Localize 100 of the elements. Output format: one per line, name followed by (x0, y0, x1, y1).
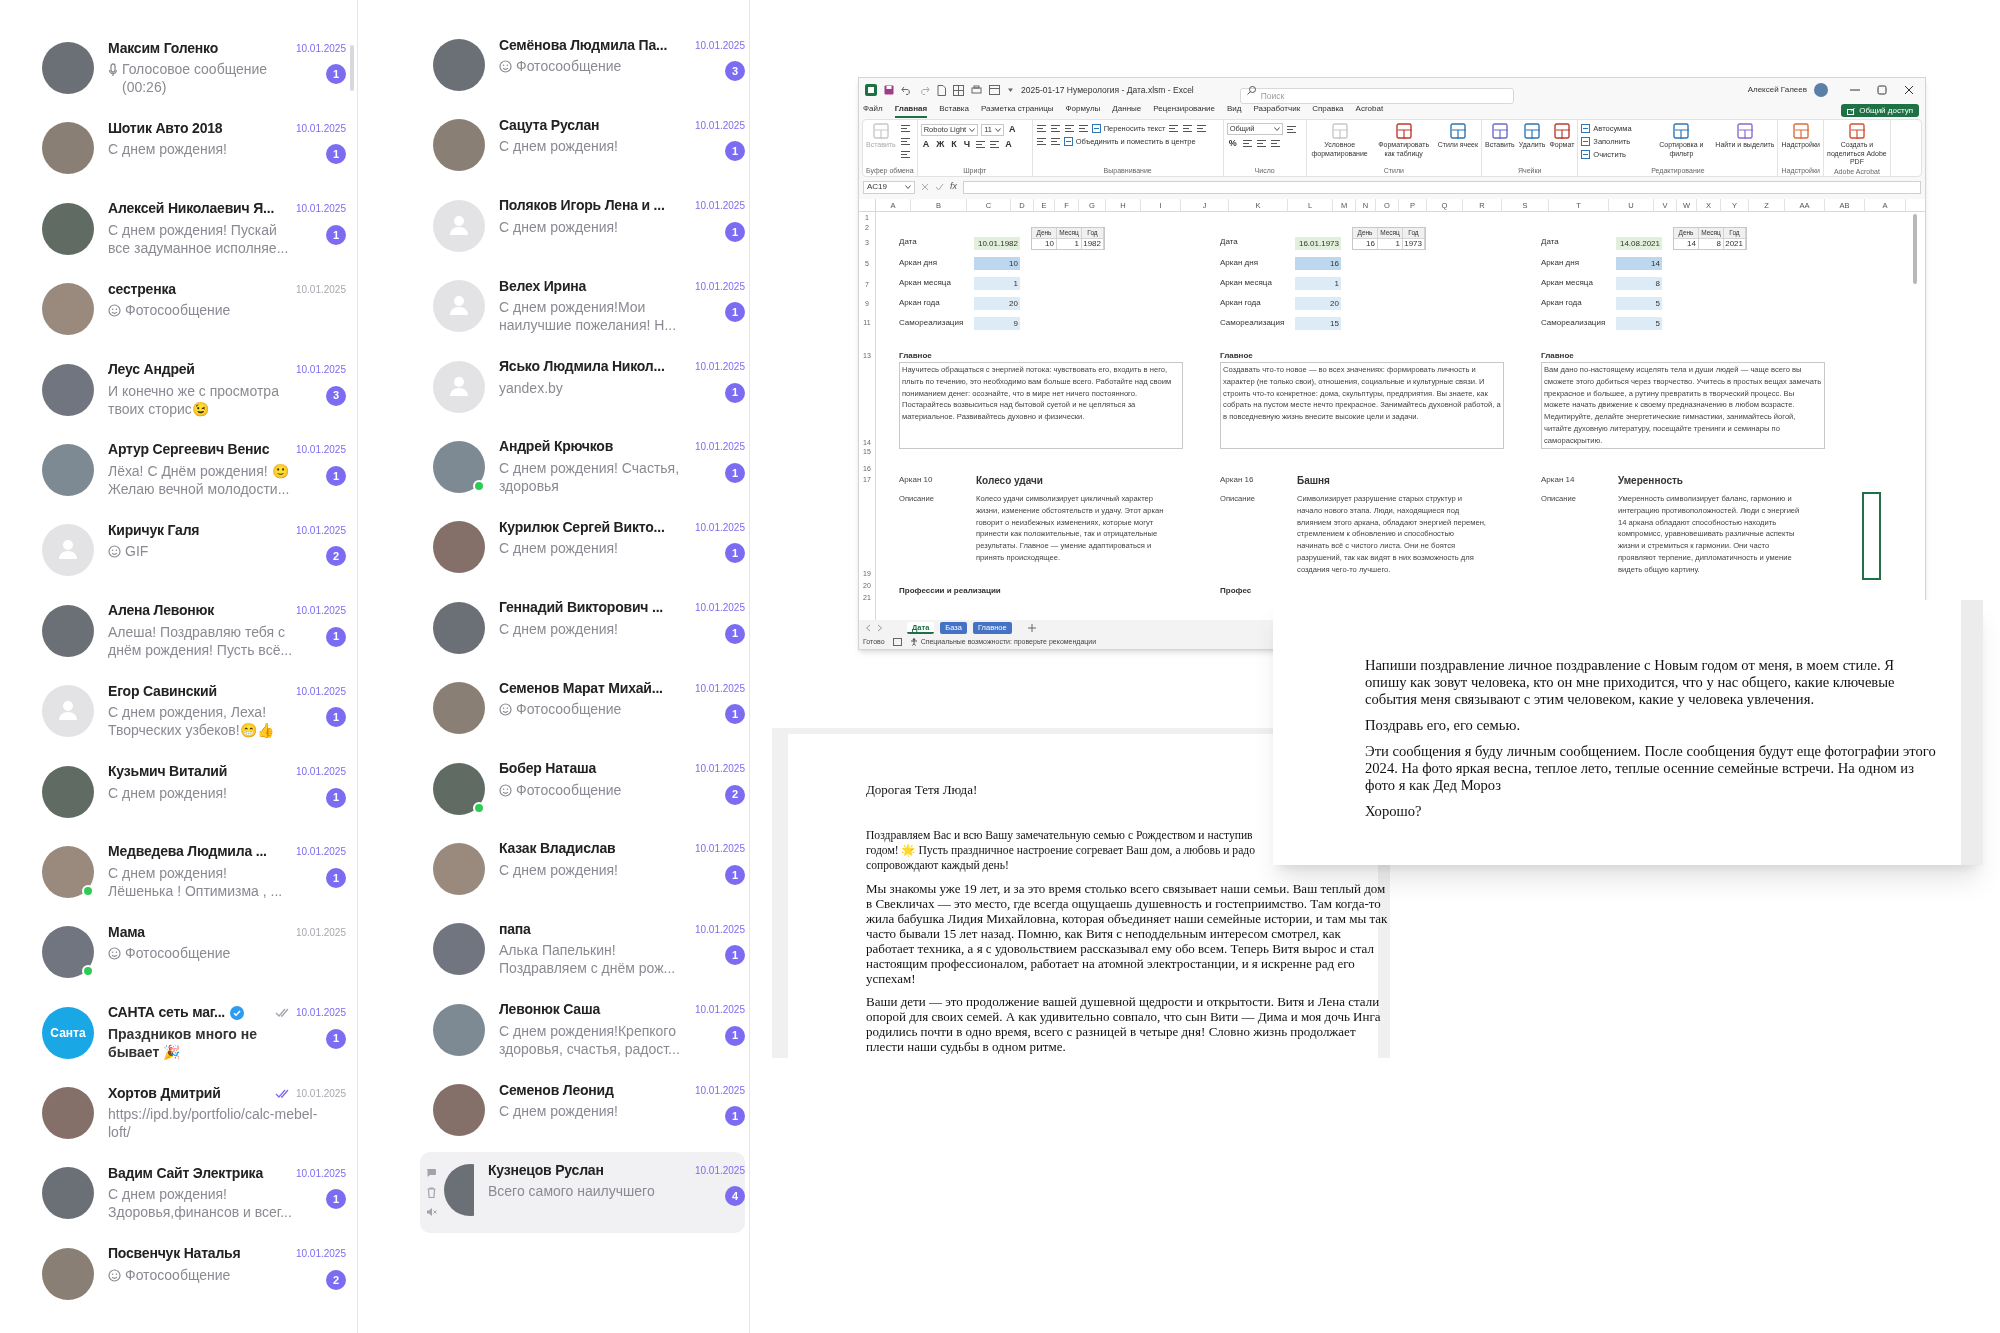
ribbon-icon (872, 123, 889, 139)
chat-item[interactable]: Геннадий Викторович ... 10.01.2025 С днем рождения! 1 (420, 589, 745, 671)
ribbon-icon[interactable] (1241, 138, 1253, 149)
contact-name: Велех Ирина (499, 276, 587, 296)
chat-item[interactable]: Медведева Людмила ... 10.01.2025 С днем рождения! Лёшенька ! Оптимизма , ... 1 (42, 833, 346, 915)
user-name: Алексей Галеев (1747, 84, 1807, 96)
share-button[interactable]: Общий доступ (1841, 104, 1919, 117)
save-icon[interactable] (884, 85, 894, 95)
value-cell: 15 (1295, 316, 1341, 330)
chat-item[interactable]: Вадим Сайт Электрика 10.01.2025 С днем рождения! Здоровья,финансов и всег... 1 (42, 1155, 346, 1236)
contact-name: Максим Голенко (108, 38, 219, 58)
message-preview: yandex.by (499, 378, 563, 397)
chat-item[interactable]: Алена Левонюк 10.01.2025 Алеша! Поздравляю тебя с днём рождения! Пусть всё... 1 (42, 592, 346, 674)
format-button[interactable]: Ч (961, 138, 973, 151)
chat-item[interactable]: Санта САНТА сеть маг... 10.01.2025 Праздников много не бывает 🎉 1 (42, 994, 346, 1076)
ribbon-icon[interactable] (1063, 123, 1075, 134)
chat-item[interactable]: сестренка 10.01.2025 Фотосообщение (42, 271, 346, 352)
ribbon-icon[interactable] (1035, 123, 1047, 134)
scrollbar[interactable] (350, 45, 354, 91)
ribbon-icon[interactable] (1285, 123, 1297, 135)
ribbon-icon[interactable] (899, 149, 911, 160)
formula-field[interactable] (963, 180, 1921, 194)
ribbon-icon[interactable] (1269, 138, 1281, 149)
ribbon-icon[interactable] (975, 139, 987, 150)
chat-item[interactable]: Алексей Николаевич Я... 10.01.2025 С днем рождения! Пускай все задуманное исполняе... 1 (42, 190, 346, 272)
ribbon-icon[interactable] (1049, 136, 1061, 147)
menu-tab[interactable]: Данные (1112, 103, 1142, 118)
message-preview: Фотосообщение (516, 780, 622, 799)
cell-label: Аркан года (899, 297, 941, 309)
chat-item[interactable]: Семенов Марат Михай... 10.01.2025 Фотосообщение 1 (420, 670, 745, 751)
chat-item[interactable]: Семёнова Людмила Па... 10.01.2025 Фотосообщение 3 (420, 27, 745, 108)
scrollbar[interactable] (1913, 214, 1917, 284)
chat-item[interactable]: Шотик Авто 2018 10.01.2025 С днем рождения! 1 (42, 110, 346, 191)
message-preview: Голосовое сообщение (00:26) (122, 60, 268, 96)
menu-tab[interactable]: Acrobat (1355, 103, 1384, 118)
search-field[interactable]: Поиск (1239, 88, 1514, 104)
ribbon-icon[interactable] (899, 123, 911, 134)
chat-item[interactable]: Артур Сергеевич Венис 10.01.2025 Лёха! С Днём рождения! 🙂 Желаю вечной молодости... 1 (42, 431, 346, 513)
chat-item[interactable]: папа 10.01.2025 Алька Папелькин! Поздравляем с днём рож... 1 (420, 911, 745, 992)
ribbon-icon[interactable] (1255, 138, 1267, 149)
unread-count-badge: 1 (326, 707, 346, 728)
ribbon-icon[interactable] (1196, 123, 1208, 134)
table-icon[interactable] (989, 85, 1000, 95)
chat-item[interactable]: Мама 10.01.2025 Фотосообщение (42, 914, 346, 995)
chat-item[interactable]: Велех Ирина 10.01.2025 С днем рождения!Мои наилучшие пожелания! Н... 1 (420, 268, 745, 349)
menu-tab[interactable]: Формулы (1065, 103, 1101, 118)
menu-tab[interactable]: Вид (1227, 103, 1242, 118)
chat-item[interactable]: Курилюк Сергей Викто... 10.01.2025 С днем рождения! 1 (420, 509, 745, 590)
undo-icon[interactable] (901, 85, 912, 95)
menu-tab[interactable]: Вставка (939, 103, 969, 118)
prompt-paragraph: Эти сообщения я буду личным сообщением. После сообщения будут еще фотографии этого 2024. На фото яркая весна, теплое лето, теплые осенние семейные встречи. На одном из фото я как Дед Мороз (1365, 743, 1937, 794)
format-button[interactable]: A (1007, 123, 1018, 136)
ribbon-icon (1524, 123, 1541, 139)
chat-item[interactable]: Поляков Игорь Лена и ... 10.01.2025 С днем рождения! 1 (420, 187, 745, 269)
chat-item[interactable]: Максим Голенко 10.01.2025 Голосовое сообщение (00:26) 1 (42, 30, 346, 111)
chat-item[interactable]: Бобер Наташа 10.01.2025 Фотосообщение 2 (420, 750, 745, 831)
prompt-paragraph: Хорошо? (1365, 803, 1423, 820)
message-date: 10.01.2025 (694, 601, 745, 616)
name-box[interactable]: AC19 (863, 180, 915, 194)
format-button[interactable]: A (920, 138, 932, 151)
document-icon[interactable] (937, 84, 946, 96)
chat-item[interactable]: Леус Андрей 10.01.2025 И конечно же с просмотра твоих сторис😉 3 (42, 351, 346, 432)
chat-item[interactable]: Егор Савинский 10.01.2025 С днем рождения, Леха! Творческих узбеков!😁👍 1 (42, 673, 346, 754)
ribbon-icon[interactable] (1035, 136, 1047, 147)
chat-item[interactable]: Семенов Леонид 10.01.2025 С днем рождения! 1 (420, 1072, 745, 1153)
value-cell: 9 (974, 316, 1020, 330)
chat-item[interactable]: Ясько Людмила Никол... 10.01.2025 yandex.by 1 (420, 348, 745, 429)
format-button[interactable]: К (949, 138, 959, 151)
chat-item[interactable]: Сацута Руслан 10.01.2025 С днем рождения! 1 (420, 107, 745, 188)
section-title: Профессии и реализации (899, 585, 1001, 597)
menu-tab[interactable]: Разметка страницы (980, 103, 1054, 118)
chat-item[interactable]: Кузьмич Виталий 10.01.2025 С днем рождения! 1 (42, 753, 346, 834)
ribbon-icon[interactable] (989, 139, 1001, 150)
chat-item[interactable]: Киричук Галя 10.01.2025 GIF 2 (42, 512, 346, 593)
format-button[interactable]: Ж (934, 138, 947, 151)
ribbon-icon[interactable] (1182, 123, 1194, 134)
value-cell: 16 (1295, 256, 1341, 270)
menu-tab[interactable]: Рецензирование (1153, 103, 1216, 118)
borders-icon[interactable] (953, 84, 964, 96)
menu-tab[interactable]: Справка (1312, 103, 1344, 118)
chat-item[interactable]: Андрей Крючков 10.01.2025 С днем рождения! Счастья, здоровья 1 (420, 428, 745, 510)
caret-icon[interactable] (1007, 87, 1014, 93)
chat-item[interactable]: Казак Владислав 10.01.2025 С днем рождения! 1 (420, 830, 745, 912)
chat-item[interactable]: Хортов Дмитрий 10.01.2025 https://ipd.by/portfolio/calc-mebel- loft/ (42, 1075, 346, 1156)
print-icon[interactable] (971, 85, 982, 95)
contact-name: Сацута Руслан (499, 115, 600, 135)
format-button[interactable]: % (1226, 137, 1239, 150)
message-preview: Фотосообщение (125, 301, 231, 320)
menu-tab[interactable]: Разработчик (1253, 103, 1301, 118)
ribbon-icon[interactable] (899, 136, 911, 147)
format-button[interactable]: A (1003, 138, 1014, 151)
ribbon-icon[interactable] (1049, 123, 1061, 134)
ribbon-icon[interactable] (1168, 123, 1180, 134)
unread-count-badge: 1 (326, 465, 346, 486)
chat-item[interactable]: Левонюк Саша 10.01.2025 С днем рождения!Крепкого здоровья, счастья, радост... 1 (420, 991, 745, 1073)
chat-item[interactable]: Посвенчук Наталья 10.01.2025 Фотосообщение 2 (42, 1235, 346, 1317)
menu-tab[interactable]: Файл (863, 103, 883, 118)
message-preview: Лёха! С Днём рождения! 🙂 Желаю вечной молодости... (108, 461, 290, 498)
ribbon-icon[interactable] (1077, 123, 1089, 134)
add-sheet-icon[interactable] (1027, 623, 1036, 632)
